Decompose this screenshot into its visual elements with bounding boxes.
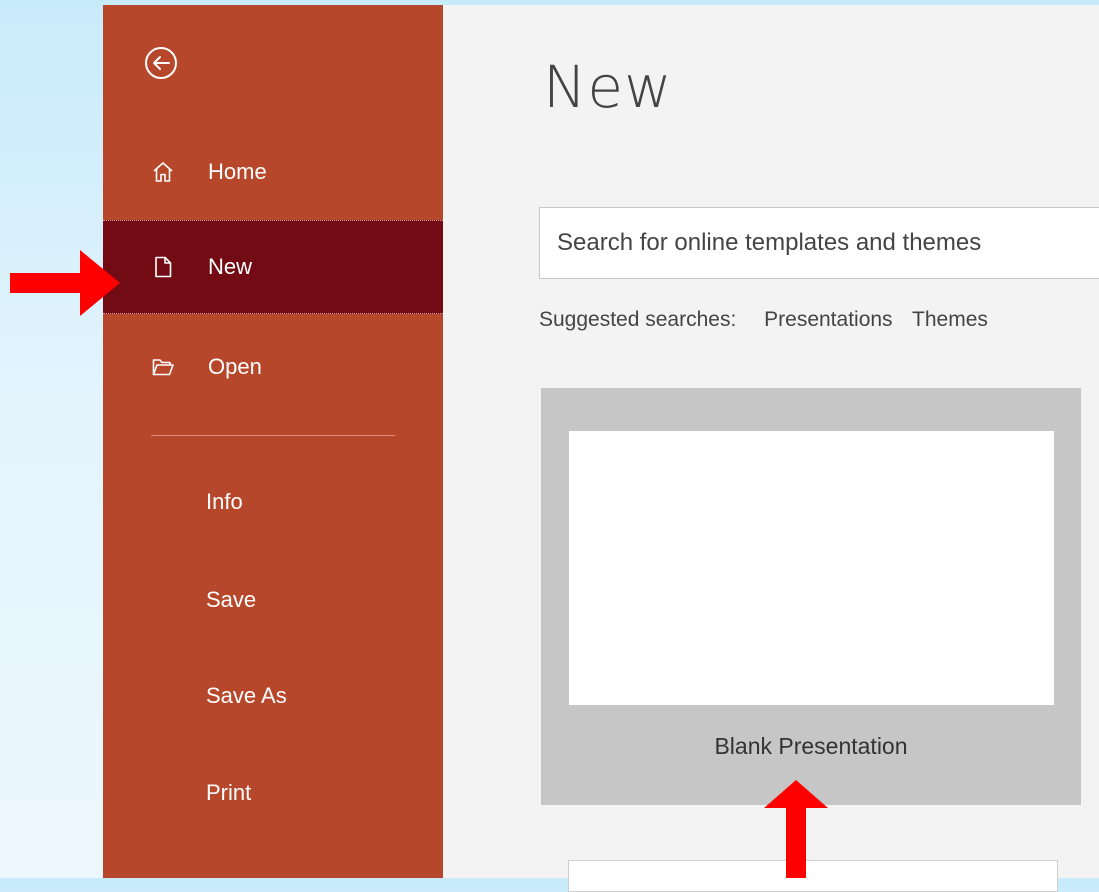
home-icon bbox=[153, 162, 173, 182]
nav-item-info[interactable]: Info bbox=[103, 455, 443, 549]
suggested-link-presentations[interactable]: Presentations bbox=[764, 308, 892, 331]
nav-item-label: Home bbox=[208, 159, 267, 184]
nav-item-label: Save As bbox=[206, 683, 287, 708]
back-button[interactable] bbox=[143, 45, 179, 81]
back-arrow-icon bbox=[145, 47, 177, 79]
nav-item-open[interactable]: Open bbox=[103, 320, 443, 414]
open-folder-icon bbox=[152, 359, 174, 376]
template-blank-presentation[interactable]: Blank Presentation bbox=[541, 388, 1081, 805]
red-arrow-up-icon bbox=[764, 780, 828, 878]
nav-item-save[interactable]: Save bbox=[103, 553, 443, 647]
suggested-link-themes[interactable]: Themes bbox=[912, 308, 988, 331]
nav-item-label: New bbox=[208, 254, 253, 279]
template-thumbnail bbox=[569, 431, 1054, 705]
template-search-input[interactable]: Search for online templates and themes bbox=[539, 207, 1099, 279]
nav-item-print[interactable]: Print bbox=[103, 746, 443, 840]
nav-item-home[interactable]: Home bbox=[103, 125, 443, 219]
backstage-sidebar: Home New Open Info Save Save As Print bbox=[103, 5, 443, 878]
search-input-value: Search for online templates and themes bbox=[557, 229, 982, 256]
nav-item-save-as[interactable]: Save As bbox=[103, 649, 443, 743]
nav-item-new[interactable]: New bbox=[103, 220, 443, 314]
nav-item-label: Print bbox=[206, 780, 252, 805]
nav-item-label: Info bbox=[206, 489, 243, 514]
page-title: New bbox=[543, 53, 673, 121]
nav-item-label: Save bbox=[206, 587, 257, 612]
main-content: New Search for online templates and them… bbox=[443, 5, 1099, 892]
red-arrow-right-icon bbox=[10, 250, 120, 316]
suggested-searches-label: Suggested searches: bbox=[539, 308, 737, 331]
new-document-icon bbox=[155, 256, 172, 278]
nav-divider bbox=[151, 435, 395, 436]
template-label: Blank Presentation bbox=[714, 733, 908, 759]
suggested-searches: Suggested searches: Presentations Themes bbox=[539, 308, 1002, 332]
nav-item-label: Open bbox=[208, 354, 262, 379]
